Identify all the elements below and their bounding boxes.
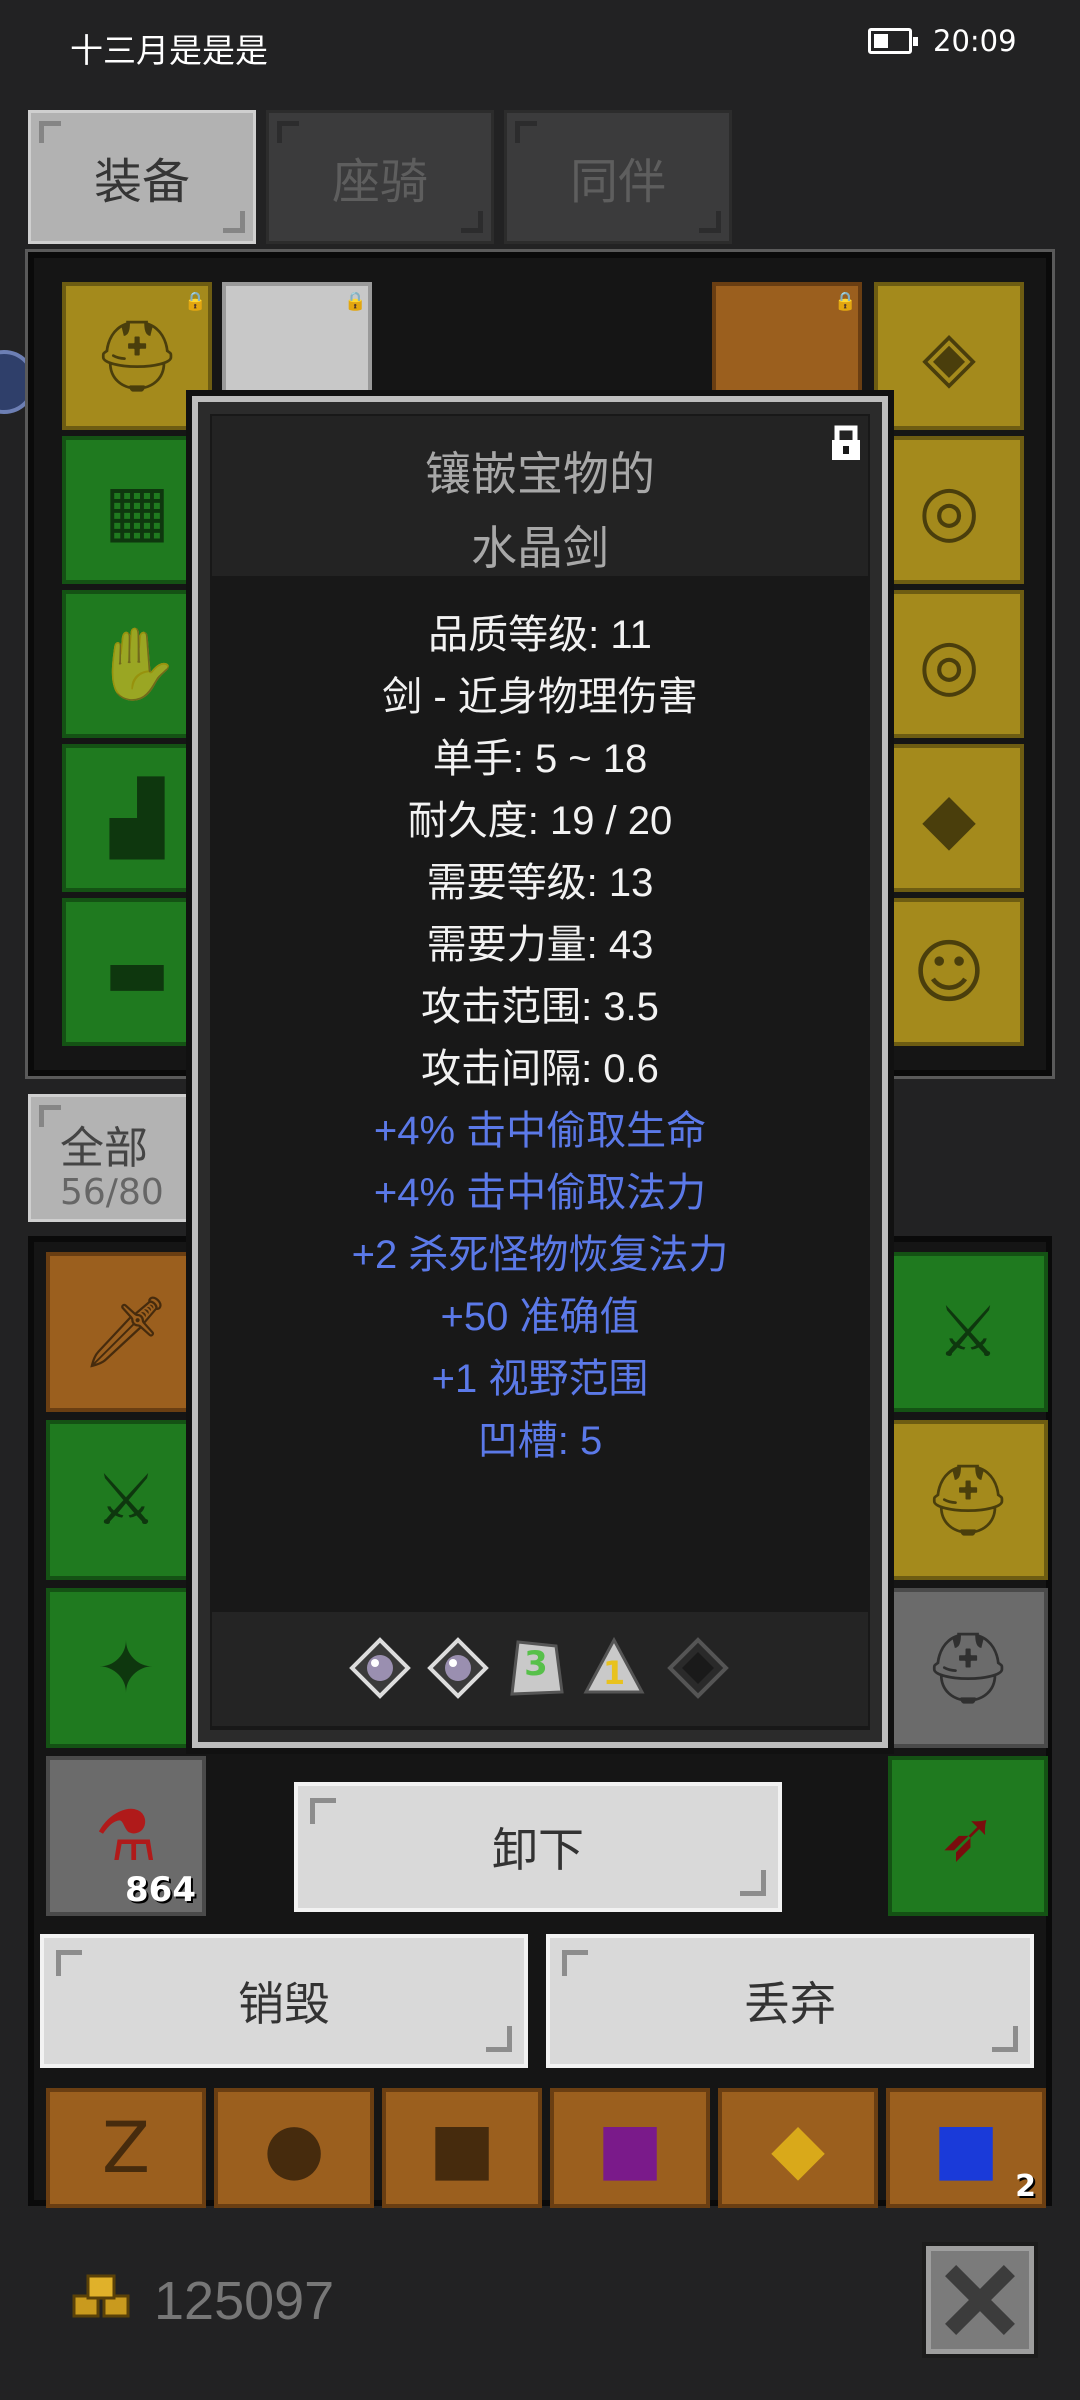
stat-attack-range: 攻击范围: 3.5 (421, 985, 659, 1029)
yellow-gem-icon: ◆ (771, 2107, 825, 2189)
stat-attack-interval: 攻击间隔: 0.6 (421, 1047, 659, 1091)
stat-quality-level: 品质等级: 11 (428, 613, 652, 657)
yellow-rune-1-icon: 1 (582, 1636, 646, 1700)
lock-icon: 🔒 (344, 291, 367, 312)
stat-required-level: 需要等级: 13 (426, 861, 654, 905)
inventory-slot[interactable]: ⛑ (888, 1420, 1048, 1580)
amulet-icon: ✦ (96, 1627, 156, 1709)
unequip-button[interactable]: 卸下 (294, 1782, 782, 1912)
empty-socket-icon (667, 1637, 729, 1699)
drop-button-label: 丢弃 (744, 1978, 836, 2030)
belt-icon: ▬ (103, 931, 171, 1013)
gloves-icon: ✋ (93, 622, 181, 705)
black-gem-icon: ● (263, 2107, 325, 2189)
item-name: 水晶剑 (471, 522, 609, 574)
stat-weapon-type: 剑 - 近身物理伤害 (382, 675, 698, 719)
stack-count: 2 (1015, 2169, 1036, 2204)
status-bar: 十三月是是是 20:09 (0, 0, 1080, 90)
helmet-icon: ⛑ (923, 1626, 1013, 1709)
scroll-icon: Z (102, 2107, 150, 2189)
inventory-slot[interactable]: Z (46, 2088, 206, 2208)
inventory-slot[interactable]: ⛑ (888, 1588, 1048, 1748)
inventory-slot[interactable]: ✦ (46, 1588, 206, 1748)
affix-mana-on-kill: +2 杀死怪物恢复法力 (351, 1233, 729, 1277)
battery-icon (868, 28, 918, 54)
affix-accuracy: +50 准确值 (440, 1295, 640, 1339)
status-carrier-text: 十三月是是是 (70, 31, 268, 70)
inventory-slot[interactable]: ■ (382, 2088, 542, 2208)
stat-damage: 单手: 5 ~ 18 (432, 737, 648, 781)
rune-number: 3 (524, 1644, 548, 1684)
item-name-prefix: 镶嵌宝物的 (425, 448, 655, 500)
green-rune-3-icon: 3 (504, 1636, 568, 1700)
inventory-slot[interactable]: ⚔ (888, 1252, 1048, 1412)
inventory-slot[interactable]: ⚔ (46, 1420, 206, 1580)
inventory-slot[interactable]: ● (214, 2088, 374, 2208)
tab-label: 装备 (93, 156, 190, 209)
ring-icon: ◎ (918, 623, 980, 705)
lock-icon: 🔒 (184, 291, 207, 312)
pet-icon: ☺ (912, 931, 986, 1013)
equip-slot-gloves[interactable]: ✋ (62, 590, 212, 738)
white-diamond-gem-icon (349, 1637, 411, 1699)
ring-icon: ◎ (918, 469, 980, 551)
equip-slot-ring-2[interactable]: ◎ (874, 590, 1024, 738)
close-icon (945, 2265, 1015, 2335)
tab-label: 同伴 (569, 156, 666, 209)
bag-capacity-count: 56/80 (60, 1172, 164, 1213)
gold-coins-icon (72, 2274, 130, 2318)
amulet-icon: ◈ (922, 315, 976, 397)
bag-tab-label: 全部 (60, 1123, 148, 1174)
equip-slot-amulet[interactable]: ◈ (874, 282, 1024, 430)
affix-mana-steal: +4% 击中偷取法力 (373, 1171, 707, 1215)
affix-sockets: 凹槽: 5 (477, 1419, 603, 1463)
tab-equipment[interactable]: 装备 (28, 110, 256, 244)
scythe-icon: ⚔ (94, 1459, 158, 1541)
inventory-slot[interactable]: ■ (550, 2088, 710, 2208)
white-diamond-gem-icon (427, 1637, 489, 1699)
rune-number: 1 (602, 1654, 626, 1692)
bow-icon: ➶ (938, 1795, 998, 1877)
sword-icon: 🗡 (81, 1290, 171, 1373)
equip-slot-armor[interactable]: ▦ (62, 436, 212, 584)
destroy-button-label: 销毁 (238, 1978, 330, 2030)
gold-amount: 125097 (154, 2271, 335, 2331)
armor-icon: ▦ (103, 469, 171, 551)
charm-icon: ◆ (922, 777, 976, 859)
inventory-slot[interactable]: ■ 2 (886, 2088, 1046, 2208)
lock-icon: 🔒 (834, 291, 857, 312)
inventory-slot[interactable]: ◆ (718, 2088, 878, 2208)
equip-slot-pet[interactable]: ☺ (874, 898, 1024, 1046)
stat-required-strength: 需要力量: 43 (426, 923, 654, 967)
purple-gem-icon: ■ (596, 2107, 664, 2189)
equip-slot-ring-1[interactable]: ◎ (874, 436, 1024, 584)
dark-gem-icon: ■ (428, 2107, 496, 2189)
destroy-button[interactable]: 销毁 (40, 1934, 528, 2068)
close-button[interactable] (922, 2242, 1038, 2358)
affix-vision-range: +1 视野范围 (431, 1357, 649, 1401)
tab-mount[interactable]: 座骑 (266, 110, 494, 244)
potion-count: 864 (125, 1870, 196, 1910)
unequip-button-label: 卸下 (492, 1824, 584, 1876)
inventory-slot[interactable]: 🗡 (46, 1252, 206, 1412)
drop-button[interactable]: 丢弃 (546, 1934, 1034, 2068)
stat-durability: 耐久度: 19 / 20 (407, 799, 673, 843)
affix-life-steal: +4% 击中偷取生命 (373, 1109, 707, 1153)
boots-icon: ▟ (110, 777, 164, 859)
equip-slot-helmet[interactable]: ⛑ 🔒 (62, 282, 212, 430)
tab-label: 座骑 (331, 156, 428, 209)
inventory-slot-potion[interactable]: ⚗ 864 (46, 1756, 206, 1916)
status-time: 20:09 (933, 24, 1017, 58)
inventory-slot[interactable]: ➶ (888, 1756, 1048, 1916)
helmet-icon: ⛑ (923, 1458, 1013, 1541)
equip-slot-belt[interactable]: ▬ (62, 898, 212, 1046)
equip-slot-charm[interactable]: ◆ (874, 744, 1024, 892)
tab-companion[interactable]: 同伴 (504, 110, 732, 244)
equip-slot-boots[interactable]: ▟ (62, 744, 212, 892)
scythe-icon: ⚔ (936, 1291, 1000, 1373)
